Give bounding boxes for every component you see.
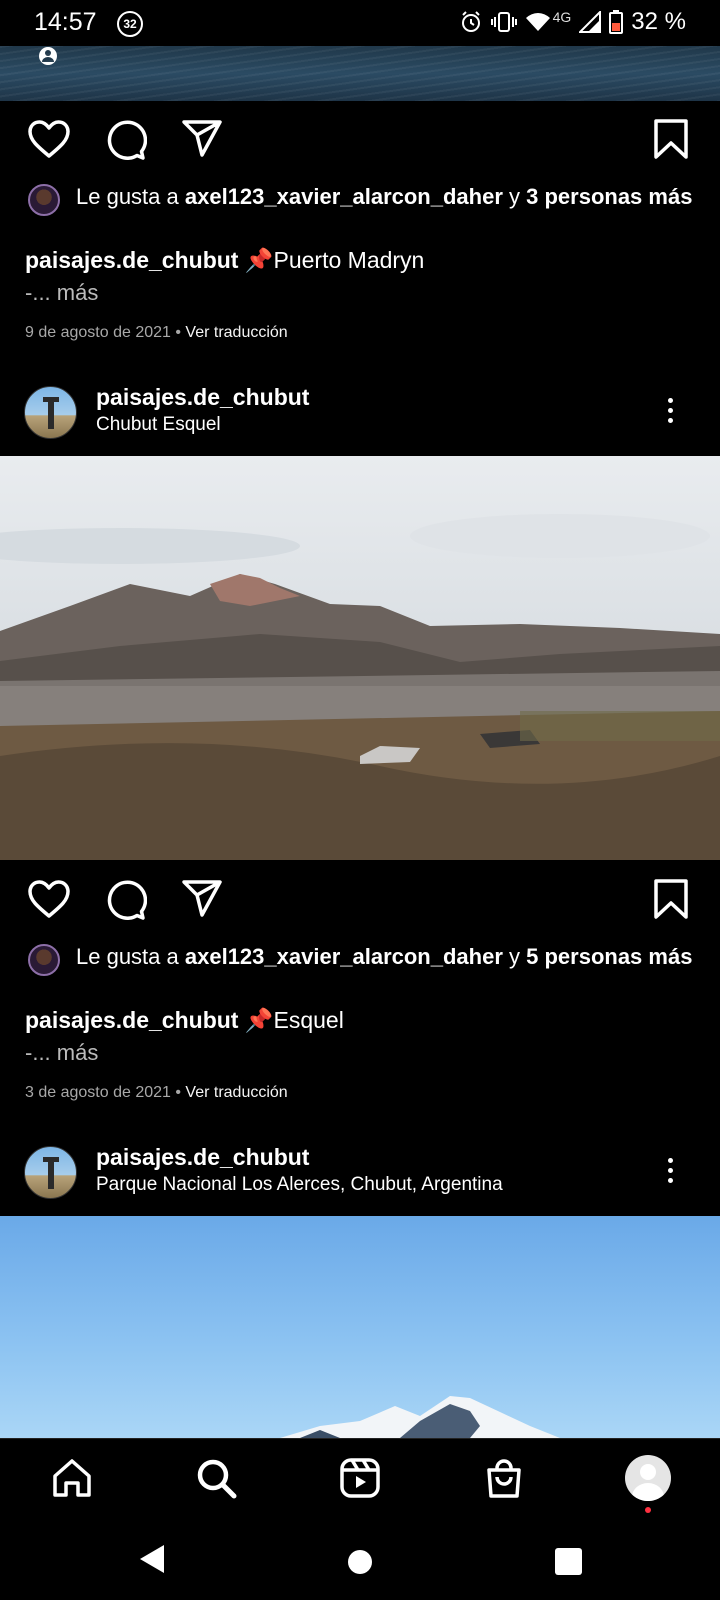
- notification-count-badge: 32: [117, 11, 143, 37]
- translate-link[interactable]: Ver traducción: [185, 1084, 287, 1101]
- status-time: 14:57: [34, 8, 97, 36]
- post-caption: paisajes.de_chubut 📌Puerto Madryn: [25, 247, 424, 274]
- post-header: paisajes.de_chubut Parque Nacional Los A…: [0, 1130, 720, 1214]
- post-meta: 3 de agosto de 2021 • Ver traducción: [25, 1084, 288, 1101]
- home-icon[interactable]: [51, 1457, 93, 1499]
- search-icon[interactable]: [195, 1457, 237, 1499]
- battery-percent: 32 %: [631, 8, 686, 35]
- liker-avatar[interactable]: [28, 184, 60, 216]
- network-type: 4G: [552, 9, 572, 25]
- more-vertical-icon[interactable]: [668, 398, 674, 428]
- post-image-esquel[interactable]: [0, 456, 720, 860]
- post-caption: paisajes.de_chubut 📌Esquel: [25, 1007, 344, 1034]
- landscape-photo: [0, 456, 720, 860]
- wifi-icon: [525, 13, 550, 31]
- post-meta: 9 de agosto de 2021 • Ver traducción: [25, 324, 288, 341]
- caption-username[interactable]: paisajes.de_chubut: [25, 1007, 238, 1033]
- likes-text[interactable]: Le gusta a axel123_xavier_alarcon_daher …: [76, 942, 716, 971]
- caption-text: Esquel: [273, 1007, 344, 1033]
- post-actions: [0, 861, 720, 941]
- caption-more-link[interactable]: -... más: [25, 280, 98, 306]
- likes-others-count[interactable]: 5 personas más: [526, 944, 692, 969]
- caption-username[interactable]: paisajes.de_chubut: [25, 247, 238, 273]
- translate-link[interactable]: Ver traducción: [185, 324, 287, 341]
- paper-plane-icon[interactable]: [181, 879, 223, 919]
- liker-avatar[interactable]: [28, 944, 60, 976]
- comment-bubble-icon[interactable]: [105, 879, 147, 921]
- heart-icon[interactable]: [27, 119, 71, 159]
- author-avatar[interactable]: [24, 386, 77, 439]
- reels-icon[interactable]: [339, 1457, 381, 1499]
- signal-icon: [579, 11, 602, 33]
- system-navigation-bar: [0, 1520, 720, 1600]
- likes-text[interactable]: Le gusta a axel123_xavier_alarcon_daher …: [76, 182, 716, 211]
- tagged-user-icon[interactable]: [38, 46, 58, 66]
- caption-text: Puerto Madryn: [273, 247, 425, 273]
- back-icon[interactable]: [138, 1543, 166, 1575]
- post-header: paisajes.de_chubut Chubut Esquel: [0, 370, 720, 454]
- notification-dot: [645, 1507, 651, 1513]
- bookmark-icon[interactable]: [653, 879, 689, 919]
- recents-button[interactable]: [555, 1548, 582, 1575]
- profile-avatar[interactable]: [625, 1455, 671, 1501]
- more-vertical-icon[interactable]: [668, 1158, 674, 1188]
- pin-icon: 📌: [244, 247, 274, 273]
- author-avatar[interactable]: [24, 1146, 77, 1199]
- battery-icon: [609, 10, 624, 34]
- post-location[interactable]: Chubut Esquel: [96, 414, 221, 436]
- post-location[interactable]: Parque Nacional Los Alerces, Chubut, Arg…: [96, 1174, 503, 1196]
- heart-icon[interactable]: [27, 879, 71, 919]
- author-username[interactable]: paisajes.de_chubut: [96, 384, 309, 411]
- pin-icon: 📌: [244, 1007, 274, 1033]
- post-actions: [0, 101, 720, 181]
- bottom-navigation: [0, 1438, 720, 1520]
- alarm-icon: [461, 11, 480, 32]
- paper-plane-icon[interactable]: [181, 119, 223, 159]
- comment-bubble-icon[interactable]: [105, 119, 147, 161]
- vibrate-icon: [490, 12, 517, 32]
- status-bar: 14:57 32 4G 32 %: [0, 0, 720, 46]
- post-date: 3 de agosto de 2021: [25, 1084, 171, 1101]
- shop-bag-icon[interactable]: [483, 1457, 525, 1499]
- post-date: 9 de agosto de 2021: [25, 324, 171, 341]
- post-image-puerto-madryn[interactable]: [0, 46, 720, 101]
- likes-others-count[interactable]: 3 personas más: [526, 184, 692, 209]
- author-username[interactable]: paisajes.de_chubut: [96, 1144, 309, 1171]
- home-button[interactable]: [348, 1550, 372, 1574]
- bookmark-icon[interactable]: [653, 119, 689, 159]
- post-image-los-alerces[interactable]: [0, 1216, 720, 1438]
- caption-more-link[interactable]: -... más: [25, 1040, 98, 1066]
- liker-username[interactable]: axel123_xavier_alarcon_daher: [185, 184, 503, 209]
- mountain-photo: [280, 1396, 560, 1438]
- status-icons: 4G 32 %: [459, 8, 686, 36]
- liker-username[interactable]: axel123_xavier_alarcon_daher: [185, 944, 503, 969]
